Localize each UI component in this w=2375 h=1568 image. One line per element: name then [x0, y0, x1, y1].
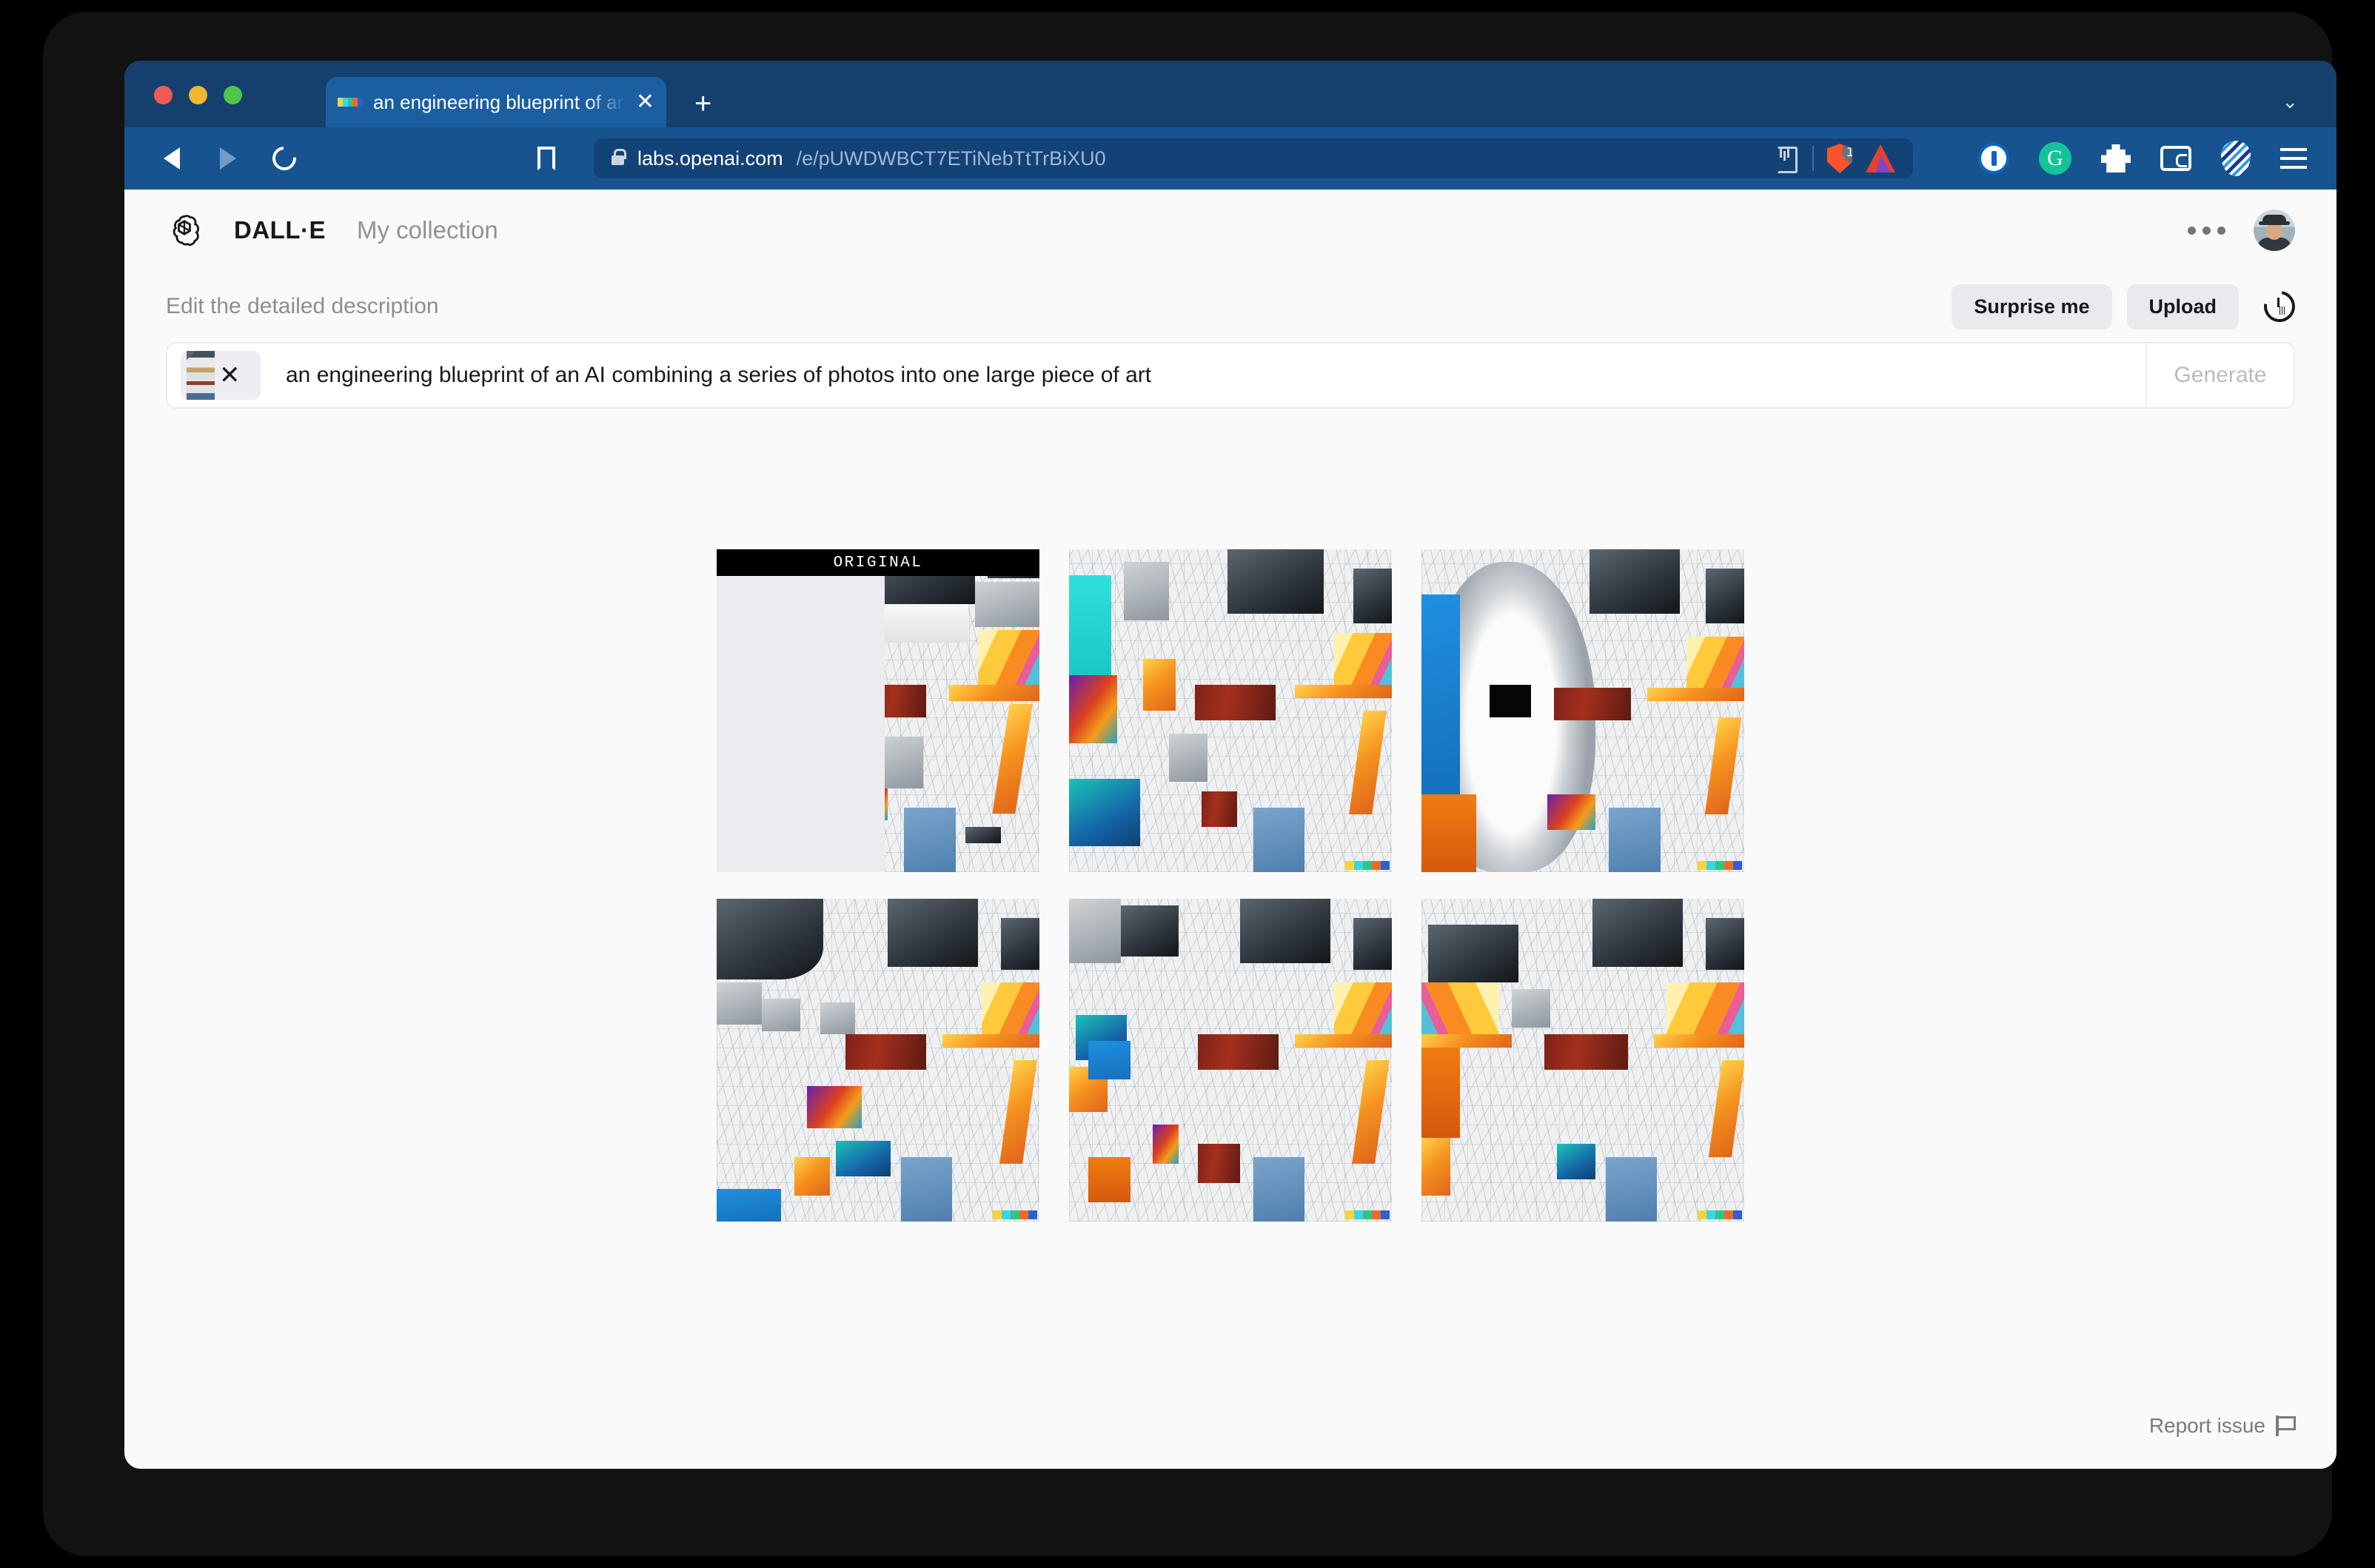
app-header: DALL·E My collection — [124, 190, 2337, 271]
inpaint-mask-region — [717, 576, 885, 872]
report-issue-label: Report issue — [2148, 1414, 2265, 1437]
brave-rewards-icon[interactable] — [1866, 144, 1895, 172]
collage-artwork — [1069, 899, 1392, 1222]
browser-tab[interactable]: an engineering blueprint of an A ✕ — [326, 77, 666, 127]
variation-4[interactable] — [1069, 899, 1392, 1222]
laptop-chassis: an engineering blueprint of an A ✕ + ⌄ l… — [43, 12, 2337, 1556]
address-bar-actions: 10 — [1777, 144, 1895, 173]
1password-icon[interactable] — [1978, 143, 2009, 174]
edit-toolbar-actions: Surprise me Upload — [1952, 284, 2295, 329]
extensions-puzzle-icon[interactable] — [2101, 144, 2131, 172]
results-area: ORIGINAL — [124, 409, 2337, 1469]
edit-toolbar: Edit the detailed description Surprise m… — [124, 271, 2337, 342]
dalle-page: DALL·E My collection Edit the detailed d… — [124, 190, 2337, 1469]
variation-1[interactable] — [1069, 549, 1392, 872]
bookmark-icon[interactable] — [537, 147, 555, 170]
download-icon[interactable] — [1777, 147, 1799, 173]
dalle-watermark — [1345, 1210, 1390, 1219]
surprise-me-button[interactable]: Surprise me — [1952, 284, 2112, 329]
browser-window: an engineering blueprint of an A ✕ + ⌄ l… — [124, 61, 2337, 1469]
collage-artwork — [1421, 899, 1744, 1222]
collage-artwork — [717, 899, 1039, 1222]
dalle-watermark — [993, 1210, 1037, 1219]
wallet-icon[interactable] — [2160, 146, 2191, 171]
window-traffic-lights — [154, 86, 242, 104]
collage-artwork — [1421, 549, 1744, 872]
close-window-button[interactable] — [154, 86, 172, 104]
tab-title: an engineering blueprint of an A — [373, 90, 626, 113]
dalle-watermark — [1698, 1210, 1742, 1219]
shield-badge-count: 10 — [1842, 144, 1852, 163]
report-issue-button[interactable]: Report issue — [2148, 1414, 2296, 1438]
more-options-icon[interactable] — [2188, 226, 2225, 235]
browser-toolbar: labs.openai.com /e/pUWDWBCT7ETiNebTtTrBi… — [124, 127, 2337, 190]
edit-description-label: Edit the detailed description — [166, 294, 439, 318]
url-path: /e/pUWDWBCT7ETiNebTtTrBiXU0 — [796, 147, 1106, 170]
prompt-input[interactable]: an engineering blueprint of an AI combin… — [286, 363, 2145, 388]
original-image[interactable]: ORIGINAL — [717, 549, 1039, 872]
flag-icon — [2276, 1415, 2296, 1436]
maximize-window-button[interactable] — [224, 86, 242, 104]
minimize-window-button[interactable] — [189, 86, 207, 104]
browser-menu-icon[interactable] — [2280, 148, 2307, 169]
dalle-watermark — [1345, 861, 1390, 870]
tab-close-icon[interactable]: ✕ — [636, 91, 654, 113]
prompt-bar[interactable]: ✕ an engineering blueprint of an AI comb… — [166, 342, 2295, 409]
forward-button[interactable] — [210, 141, 246, 176]
uploaded-image-chip: ✕ — [181, 351, 261, 400]
avatar[interactable] — [2254, 210, 2295, 251]
dalle-favicon — [338, 98, 363, 107]
grammarly-icon[interactable]: G — [2039, 142, 2071, 175]
variation-5[interactable] — [1421, 899, 1744, 1222]
tab-strip: an engineering blueprint of an A ✕ + ⌄ — [124, 61, 2337, 127]
collage-artwork — [1069, 549, 1392, 872]
new-tab-button[interactable]: + — [694, 89, 711, 118]
back-button[interactable] — [154, 141, 190, 176]
reload-button[interactable] — [267, 141, 302, 176]
original-banner: ORIGINAL — [717, 549, 1039, 576]
prompt-row: ✕ an engineering blueprint of an AI comb… — [124, 342, 2337, 409]
address-bar[interactable]: labs.openai.com /e/pUWDWBCT7ETiNebTtTrBi… — [594, 138, 1913, 178]
app-brand: DALL·E — [234, 216, 326, 244]
striped-extension-icon[interactable] — [2221, 141, 2251, 176]
toolbar-divider — [1812, 146, 1814, 171]
upload-button[interactable]: Upload — [2126, 284, 2239, 329]
generate-button[interactable]: Generate — [2145, 344, 2294, 407]
url-host: labs.openai.com — [637, 147, 783, 170]
history-icon[interactable] — [2264, 291, 2295, 322]
openai-logo-icon — [172, 215, 200, 246]
brave-shield-icon[interactable]: 10 — [1827, 144, 1852, 173]
remove-image-icon[interactable]: ✕ — [219, 363, 241, 388]
nav-my-collection[interactable]: My collection — [357, 216, 498, 244]
chevron-down-icon[interactable]: ⌄ — [2282, 90, 2298, 113]
variation-2[interactable] — [1421, 549, 1744, 872]
header-actions — [2188, 210, 2295, 251]
variation-3[interactable] — [717, 899, 1039, 1222]
dalle-watermark — [1698, 861, 1742, 870]
lock-icon — [612, 149, 626, 165]
uploaded-image-thumbnail — [187, 351, 215, 400]
extension-icons: G — [1978, 141, 2307, 176]
results-grid: ORIGINAL — [717, 549, 1744, 1222]
